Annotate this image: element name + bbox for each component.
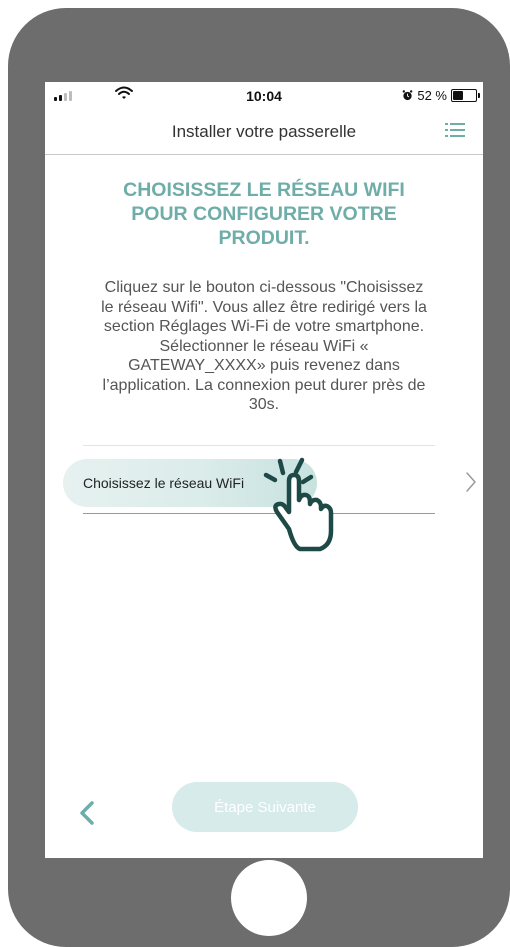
instructions-line: GATEWAY_XXXX» puis revenez dans <box>128 357 400 374</box>
list-menu-icon[interactable] <box>445 122 465 138</box>
section-heading: CHOISISSEZ LE RÉSEAU WIFI POUR CONFIGURE… <box>85 178 443 250</box>
home-button[interactable] <box>231 860 307 936</box>
tap-hand-icon <box>263 457 334 552</box>
app-screen: 10:04 52 % Installer votre passerelle CH… <box>45 82 483 858</box>
instructions-line: 30s. <box>248 396 280 413</box>
instructions-line: Cliquez sur le bouton ci-dessous "Choisi… <box>104 279 424 296</box>
battery-percentage: 52 % <box>417 87 447 103</box>
heading-line: POUR CONFIGURER VOTRE <box>131 203 397 225</box>
back-arrow-icon[interactable] <box>77 800 97 826</box>
next-step-button[interactable]: Étape Suivante <box>172 782 358 832</box>
instructions-line: l’application. La connexion peut durer p… <box>102 376 426 394</box>
instructions-text: Cliquez sur le bouton ci-dessous "Choisi… <box>73 278 455 415</box>
battery-status: 52 % <box>402 87 480 103</box>
page-title: Installer votre passerelle <box>171 122 357 141</box>
instructions-line: section Réglages Wi-Fi de votre smartpho… <box>103 318 425 335</box>
instructions-line: Sélectionner le réseau WiFi « <box>159 337 369 355</box>
battery-icon <box>451 88 480 102</box>
nav-bar: Installer votre passerelle <box>45 110 483 155</box>
battery-fill <box>453 90 464 100</box>
heading-line: CHOISISSEZ LE RÉSEAU WIFI <box>123 179 405 201</box>
heading-line: PRODUIT. <box>218 227 310 249</box>
instructions-line: le réseau Wifi". Vous allez être redirig… <box>101 298 427 316</box>
status-bar: 10:04 52 % <box>45 82 483 110</box>
alarm-clock-icon <box>403 89 413 100</box>
divider <box>83 445 435 446</box>
chevron-right-icon[interactable] <box>459 470 483 494</box>
